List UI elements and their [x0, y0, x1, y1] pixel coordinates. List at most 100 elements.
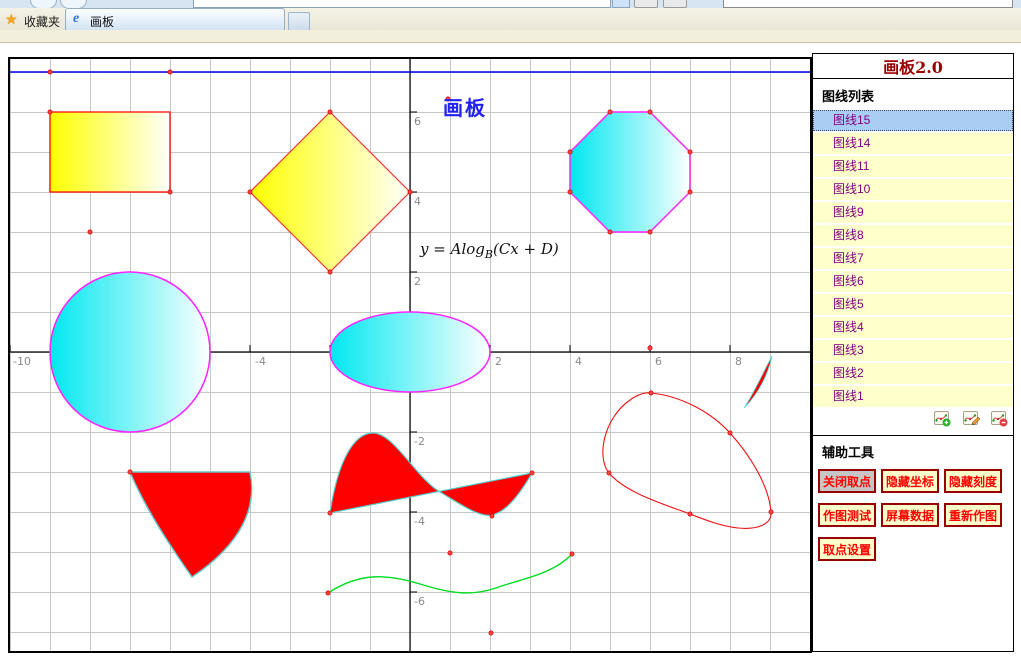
tool-buttons: 关闭取点隐藏坐标隐藏刻度作图测试屏幕数据重新作图取点设置: [813, 467, 1013, 571]
point-marker[interactable]: [408, 190, 412, 194]
point-marker[interactable]: [688, 150, 692, 154]
formula-arg: (Cx + D): [493, 240, 559, 258]
point-marker[interactable]: [570, 552, 574, 556]
point-marker[interactable]: [128, 470, 132, 474]
point-marker[interactable]: [728, 431, 732, 435]
tools-header: 辅助工具: [813, 436, 1013, 467]
tool-button-hide-axes[interactable]: 隐藏坐标: [881, 469, 939, 493]
address-bar[interactable]: [193, 0, 611, 8]
point-marker[interactable]: [48, 110, 52, 114]
tool-button-screen-data[interactable]: 屏幕数据: [881, 503, 939, 527]
tool-button-redraw[interactable]: 重新作图: [944, 503, 1002, 527]
tool-button-point-settings[interactable]: 取点设置: [818, 537, 876, 561]
browser-tab-bar: ★ 收藏夹 e 画板: [0, 8, 1021, 30]
plot-svg[interactable]: -10-42468642-2-4-6: [10, 59, 810, 651]
curve-list-item[interactable]: 图线8: [813, 225, 1013, 246]
curve-red-blob[interactable]: [603, 393, 771, 529]
y-tick-label: 2: [414, 275, 421, 288]
curve-red-crescent[interactable]: [744, 356, 772, 408]
refresh-button[interactable]: [634, 0, 658, 8]
point-marker[interactable]: [328, 511, 332, 515]
formula-coef: A: [451, 240, 462, 258]
point-marker[interactable]: [648, 230, 652, 234]
curve-list-item[interactable]: 图线3: [813, 340, 1013, 361]
point-marker[interactable]: [568, 190, 572, 194]
favorites-star-icon[interactable]: ★: [5, 11, 18, 28]
curve-list-item[interactable]: 图线10: [813, 179, 1013, 200]
y-tick-label: -6: [414, 595, 425, 608]
point-marker[interactable]: [530, 471, 534, 475]
tool-button-hide-ticks[interactable]: 隐藏刻度: [944, 469, 1002, 493]
app-title: 画板2.0: [813, 54, 1013, 79]
point-marker[interactable]: [168, 70, 172, 74]
curve-diamond[interactable]: [250, 112, 410, 272]
curve-list-item[interactable]: 图线11: [813, 156, 1013, 177]
browser-command-strip: [0, 30, 1021, 43]
x-tick-label: 6: [655, 355, 662, 368]
formula-label: y = AlogB(Cx + D): [420, 240, 559, 261]
search-input[interactable]: [723, 0, 1013, 8]
tool-button-plot-test[interactable]: 作图测试: [818, 503, 876, 527]
curve-red-wave[interactable]: [330, 433, 532, 515]
favorites-label[interactable]: 收藏夹: [24, 13, 60, 30]
point-marker[interactable]: [489, 631, 493, 635]
browser-navigation-bar: [0, 0, 1021, 8]
application-window: ★ 收藏夹 e 画板 -10-42468642-2-4-6 画板 y = Alo…: [0, 0, 1021, 657]
point-marker[interactable]: [48, 70, 52, 74]
curve-list-item[interactable]: 图线9: [813, 202, 1013, 223]
formula-fn: log: [461, 240, 484, 258]
curve-list-item[interactable]: 图线14: [813, 133, 1013, 154]
curve-list-item[interactable]: 图线2: [813, 363, 1013, 384]
point-marker[interactable]: [568, 150, 572, 154]
curve-list-item[interactable]: 图线4: [813, 317, 1013, 338]
point-marker[interactable]: [326, 591, 330, 595]
formula-base: B: [485, 248, 493, 261]
y-tick-label: -4: [414, 515, 425, 528]
y-tick-label: -2: [414, 435, 425, 448]
curve-list-item[interactable]: 图线1: [813, 386, 1013, 407]
x-tick-label: -10: [13, 355, 31, 368]
x-tick-label: 2: [495, 355, 502, 368]
point-marker[interactable]: [648, 110, 652, 114]
curve-list-item[interactable]: 图线5: [813, 294, 1013, 315]
point-marker[interactable]: [607, 471, 611, 475]
point-marker[interactable]: [88, 230, 92, 234]
point-marker[interactable]: [448, 551, 452, 555]
point-marker[interactable]: [328, 110, 332, 114]
curve-rectangle[interactable]: [50, 112, 170, 192]
edit-curve-icon[interactable]: [963, 411, 980, 427]
point-marker[interactable]: [688, 512, 692, 516]
curve-ellipse[interactable]: [330, 312, 490, 392]
curve-list-item[interactable]: 图线6: [813, 271, 1013, 292]
x-tick-label: 4: [575, 355, 582, 368]
curve-green-wave[interactable]: [328, 554, 572, 593]
stop-button[interactable]: [663, 0, 687, 8]
point-marker[interactable]: [328, 270, 332, 274]
x-tick-label: 8: [735, 355, 742, 368]
compatibility-button[interactable]: [612, 0, 630, 8]
point-marker[interactable]: [490, 514, 494, 518]
browser-tab[interactable]: e 画板: [65, 8, 285, 30]
curve-list: 图线15图线14图线11图线10图线9图线8图线7图线6图线5图线4图线3图线2…: [813, 110, 1013, 407]
curve-circle[interactable]: [50, 272, 210, 432]
tool-button-close-points[interactable]: 关闭取点: [818, 469, 876, 493]
delete-curve-icon[interactable]: [991, 411, 1008, 427]
point-marker[interactable]: [248, 190, 252, 194]
new-tab-button[interactable]: [288, 12, 310, 30]
curve-list-header: 图线列表: [813, 79, 1013, 110]
curve-octagon[interactable]: [570, 112, 690, 232]
curve-list-item[interactable]: 图线15: [813, 110, 1013, 131]
point-marker[interactable]: [649, 391, 653, 395]
point-marker[interactable]: [168, 190, 172, 194]
point-marker[interactable]: [608, 230, 612, 234]
curve-list-item[interactable]: 图线7: [813, 248, 1013, 269]
formula-eq: =: [428, 240, 450, 258]
add-curve-icon[interactable]: [934, 411, 951, 427]
y-tick-label: 4: [414, 195, 421, 208]
plot-canvas[interactable]: -10-42468642-2-4-6 画板 y = AlogB(Cx + D): [8, 57, 812, 653]
curve-red-fin[interactable]: [130, 472, 252, 577]
point-marker[interactable]: [688, 190, 692, 194]
point-marker[interactable]: [769, 510, 773, 514]
point-marker[interactable]: [608, 110, 612, 114]
point-marker[interactable]: [648, 346, 652, 350]
